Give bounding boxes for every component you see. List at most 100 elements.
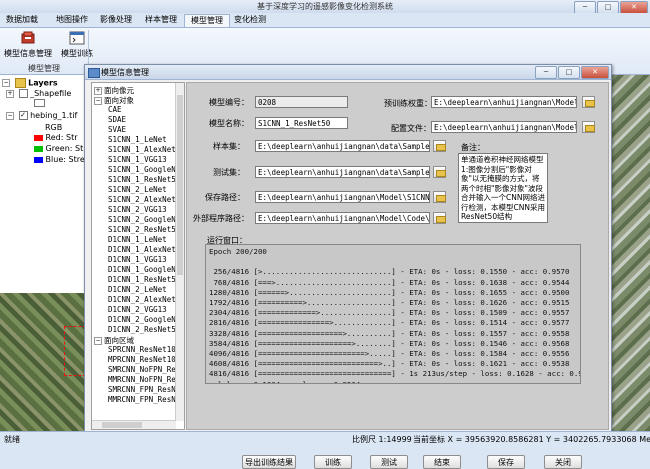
sample-set-field[interactable]: E:\deeplearn\anhuijiangnan\data\Sample\T… (255, 140, 430, 152)
tree-item[interactable]: MMRCNN_NoFPN_Res (108, 375, 180, 385)
tree-item[interactable]: CAE (108, 105, 122, 115)
tree-item[interactable]: D1CNN_1_LeNet (108, 235, 167, 245)
tree-vertical-scrollbar[interactable] (175, 83, 184, 421)
tree-item[interactable]: D1CNN_2_ResNet50 (108, 325, 180, 335)
layers-root[interactable]: − Layers (2, 78, 58, 88)
config-file-field[interactable]: E:\deeplearn\anhuijiangnan\Model\con (431, 121, 577, 133)
layer-shapefile[interactable]: + _Shapefile (6, 89, 71, 98)
external-program-field[interactable]: E:\deeplearn\anhuijiangnan\Model\Code\S1… (255, 212, 430, 224)
tree-item[interactable]: SMRCNN_NoFPN_Res (108, 365, 180, 375)
tree-item[interactable]: MPRCNN_ResNet101 (108, 355, 180, 365)
train-button[interactable]: 训练 (314, 455, 352, 469)
tree-item[interactable]: S1CNN_1_ResNet50 (108, 175, 180, 185)
sample-browse-button[interactable] (433, 140, 446, 152)
close-dialog-button[interactable]: 关闭 (544, 455, 582, 469)
band-label: Red: (45, 133, 64, 142)
band-red: Red: Str (34, 133, 78, 142)
dialog-minimize-button[interactable]: ─ (535, 66, 557, 79)
tree-item[interactable]: D1CNN_2_GoogleNe (108, 315, 180, 325)
dialog-title-bar: 模型信息管理 ─ □ ✕ (85, 65, 611, 80)
map-view-left[interactable] (0, 293, 87, 431)
export-results-button[interactable]: 导出训练结果 (242, 455, 296, 469)
save-browse-button[interactable] (433, 191, 446, 203)
console-line: val_loss: 0.1604 - val_acc: 0.9564 (209, 380, 577, 383)
symbol-swatch (34, 99, 45, 107)
stop-button[interactable]: 结束 (423, 455, 461, 469)
model-name-field[interactable]: S1CNN_1_ResNet50 (255, 117, 348, 129)
layer-hebing[interactable]: − ✓ hebing_1.tif (6, 111, 77, 120)
tree-item[interactable]: S1CNN_1_VGG13 (108, 155, 167, 165)
tree-item[interactable]: D1CNN_2_AlexNet (108, 295, 176, 305)
tab-sample-management[interactable]: 样本管理 (141, 14, 181, 26)
tree-item[interactable]: S1CNN_1_GoogleNe (108, 165, 180, 175)
note-label: 备注： (461, 143, 485, 152)
collapse-icon[interactable]: − (6, 111, 14, 120)
map-view-right[interactable] (610, 75, 650, 431)
collapse-icon[interactable]: − (2, 79, 10, 87)
layers-panel: − Layers + _Shapefile − ✓ hebing_1.tif R… (0, 75, 91, 293)
terminal-icon (69, 31, 85, 45)
layer-checkbox-checked[interactable]: ✓ (18, 111, 28, 120)
save-button[interactable]: 保存 (487, 455, 525, 469)
tree-item[interactable]: S1CNN_2_VGG13 (108, 205, 167, 215)
folder-icon (436, 170, 446, 177)
layers-folder-icon (14, 78, 26, 88)
note-textarea[interactable]: 单通道卷积神经网络模型1:图像分割后"影像对象"以无掩膜的方式，将两个时相"影像… (458, 153, 548, 223)
tree-item[interactable]: S1CNN_2_GoogleNe (108, 215, 180, 225)
model-info-button[interactable]: 模型信息管理 (4, 30, 52, 59)
tree-item[interactable]: SMRCNN_FPN_ResNe (108, 385, 180, 395)
tree-item[interactable]: D1CNN_1_VGG13 (108, 255, 167, 265)
console-line: 1280/4816 [======>......................… (209, 287, 570, 297)
pretrain-weights-label: 预训练权重： (384, 99, 432, 108)
menu-bar: 数据加载 地图操作 影像处理 样本管理 模型管理 变化检测 (0, 13, 650, 28)
tab-map-ops[interactable]: 地图操作 (52, 14, 92, 26)
tree-item[interactable]: MMRCNN_FPN_ResNe (108, 395, 180, 405)
tab-image-processing[interactable]: 影像处理 (96, 14, 136, 26)
tab-change-detection[interactable]: 变化检测 (230, 14, 270, 26)
tree-item[interactable]: SDAE (108, 115, 126, 125)
pretrain-weights-field[interactable]: E:\deeplearn\anhuijiangnan\Model\res (431, 96, 577, 108)
tab-data-load[interactable]: 数据加载 (2, 14, 42, 26)
tree-item[interactable]: SPRCNN_ResNet101 (108, 345, 180, 355)
tree-item[interactable]: SVAE (108, 125, 126, 135)
layer-checkbox[interactable] (18, 89, 28, 98)
config-browse-button[interactable] (582, 121, 595, 133)
status-bar: 就绪 比例尺 1:14999 当前坐标 X = 39563920.8586281… (0, 431, 650, 446)
tree-horizontal-scrollbar[interactable] (92, 420, 176, 429)
tree-item[interactable]: D1CNN_1_GoogleNe (108, 265, 180, 275)
band-label: Green: (45, 144, 73, 153)
band-value: Stre (68, 155, 85, 164)
tree-item[interactable]: D1CNN_2_LeNet (108, 285, 167, 295)
band-blue: Blue: Stre (34, 155, 85, 164)
collapse-icon[interactable]: − (94, 337, 102, 345)
tree-item[interactable]: S1CNN_2_AlexNet (108, 195, 176, 205)
model-train-button[interactable]: 模型训练 (57, 30, 97, 59)
test-button[interactable]: 测试 (370, 455, 408, 469)
model-id-field[interactable]: 0208 (255, 96, 348, 108)
pretrain-browse-button[interactable] (582, 96, 595, 108)
test-set-field[interactable]: E:\deeplearn\anhuijiangnan\data\Sample\T… (255, 166, 430, 178)
test-browse-button[interactable] (433, 166, 446, 178)
dialog-close-button[interactable]: ✕ (581, 66, 609, 79)
tree-item[interactable]: D1CNN_2_VGG13 (108, 305, 167, 315)
console-line: 4096/4816 [========================>....… (209, 349, 570, 359)
tab-model-management[interactable]: 模型管理 (184, 14, 230, 27)
console-line: 3584/4816 [=====================>.......… (209, 338, 570, 348)
collapse-icon[interactable]: − (94, 97, 102, 105)
tree-item[interactable]: S1CNN_2_LeNet (108, 185, 167, 195)
external-program-browse-button[interactable] (433, 212, 446, 224)
scale-readout: 比例尺 1:14999 (352, 435, 412, 444)
console-output[interactable]: Epoch 200/200 256/4816 [>...............… (205, 244, 581, 384)
tree-item[interactable]: S1CNN_1_LeNet (108, 135, 167, 145)
console-line: 3328/4816 [===================>.........… (209, 328, 570, 338)
tree-item[interactable]: S1CNN_2_ResNet50 (108, 225, 180, 235)
tree-item[interactable]: S1CNN_1_AlexNet (108, 145, 176, 155)
save-path-field[interactable]: E:\deeplearn\anhuijiangnan\Model\S1CNN_1… (255, 191, 430, 203)
tree-group-label: 面向像元 (104, 86, 134, 95)
tree-item[interactable]: D1CNN_1_ResNet50 (108, 275, 180, 285)
tree-item[interactable]: D1CNN_1_AlexNet (108, 245, 176, 255)
expand-icon[interactable]: + (6, 89, 14, 98)
sample-set-label: 样本集： (213, 142, 245, 151)
expand-icon[interactable]: + (94, 87, 102, 95)
dialog-maximize-button[interactable]: □ (558, 66, 580, 79)
